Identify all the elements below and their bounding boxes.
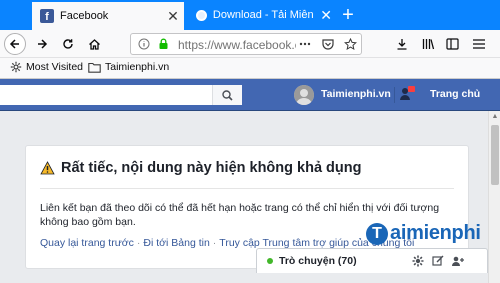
forward-button[interactable] [31,33,53,55]
divider [40,188,454,189]
home-icon [88,38,100,50]
bookmark-label: Taimienphi.vn [105,61,170,73]
online-status-dot [267,258,273,264]
navigation-toolbar: https://www.facebook.com/ [0,30,500,58]
scroll-up-arrow-icon[interactable]: ▲ [491,113,499,121]
tab-title: Download - Tải Miễn Phí VN - Phần mềm mi… [212,9,317,21]
home-link[interactable]: Trang chủ [430,88,480,100]
padlock-icon[interactable] [156,37,170,51]
avatar[interactable] [294,85,314,105]
close-tab-icon[interactable]: ✕ [166,9,180,23]
new-message-icon[interactable] [431,254,445,268]
go-back-link[interactable]: Quay lại trang trước [40,237,134,249]
facebook-search-input[interactable] [0,85,242,105]
info-icon[interactable] [137,37,151,51]
header-divider [394,87,395,103]
bookmark-most-visited[interactable]: Most Visited [10,61,83,73]
url-text[interactable]: https://www.facebook.com/ [178,38,296,52]
arrow-right-icon [38,39,48,49]
tab-facebook[interactable]: f Facebook ✕ [32,2,184,30]
tab-title: Facebook [60,10,109,22]
facebook-f-icon: f [40,9,54,23]
create-group-icon[interactable] [451,254,465,268]
watermark-logo-mark: T [366,222,388,245]
library-icon [422,39,434,50]
link-separator: · [136,237,141,249]
url-bar[interactable]: https://www.facebook.com/ [130,33,362,55]
downloads-button[interactable] [391,33,413,55]
page-title: Rất tiếc, nội dung này hiện không khả dụ… [61,160,362,176]
watermark-logo: T aimienphi [366,222,481,245]
folder-icon [88,62,101,73]
pocket-icon[interactable] [321,37,335,51]
download-site-icon [196,9,207,21]
back-button[interactable] [4,33,26,55]
reload-icon [63,39,73,49]
menu-button[interactable] [468,33,490,55]
watermark-text: aimienphi [390,222,481,244]
warning-icon [40,161,55,175]
facebook-header: Taimienphi.vn Trang chủ [0,79,500,111]
close-tab-icon[interactable]: ✕ [319,8,333,22]
chat-settings-gear-icon[interactable] [411,254,425,268]
home-button[interactable] [83,33,105,55]
page-actions-icon[interactable] [298,37,312,51]
library-button[interactable] [417,33,439,55]
vertical-scrollbar[interactable]: ▲ [488,111,500,283]
link-separator: · [212,237,217,249]
reload-button[interactable] [57,33,79,55]
news-feed-link[interactable]: Đi tới Bảng tin [143,237,209,249]
bookmarks-toolbar: Most Visited Taimienphi.vn [0,58,500,79]
tab-strip: f Facebook ✕ Download - Tải Miễn Phí VN … [0,0,500,30]
tab-download[interactable]: Download - Tải Miễn Phí VN - Phần mềm mi… [188,0,333,30]
arrow-left-icon [4,33,26,55]
sidebar-button[interactable] [441,33,463,55]
bookmark-label: Most Visited [26,61,83,73]
card-header: Rất tiếc, nội dung này hiện không khả dụ… [40,160,361,176]
scrollbar-thumb[interactable] [491,125,499,185]
search-icon [222,89,233,101]
hamburger-menu-icon [473,39,485,49]
star-bookmark-icon[interactable] [343,37,357,51]
profile-name-link[interactable]: Taimienphi.vn [321,88,391,100]
chat-sidebar-bar[interactable]: Trò chuyện (70) [256,248,488,273]
friend-requests-icon[interactable] [399,85,417,103]
download-arrow-icon [397,39,407,50]
gear-icon [10,61,22,73]
search-button[interactable] [212,85,242,105]
chat-label[interactable]: Trò chuyện (70) [279,255,357,267]
bookmark-taimienphi[interactable]: Taimienphi.vn [88,61,169,73]
sidebar-icon [445,38,459,50]
new-tab-button[interactable]: + [337,4,359,26]
